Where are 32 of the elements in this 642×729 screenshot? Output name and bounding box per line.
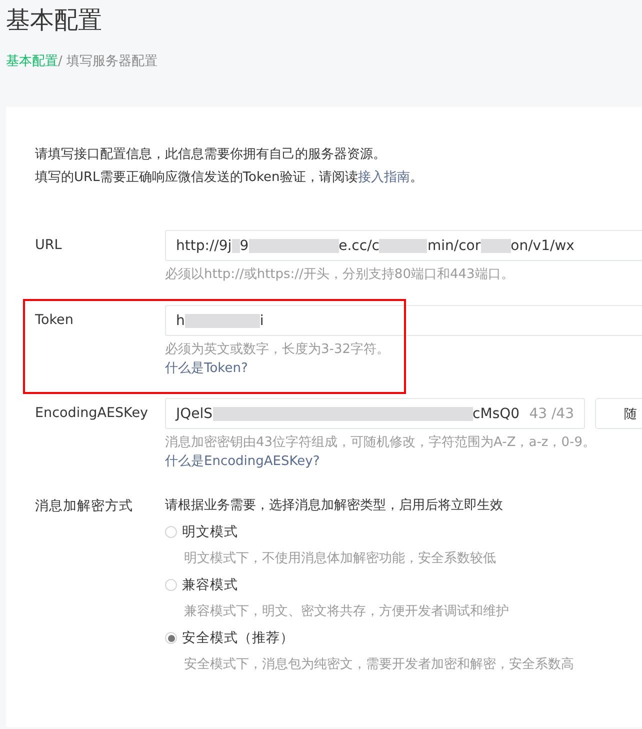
radio-button[interactable] xyxy=(165,526,177,538)
radio-button[interactable] xyxy=(165,579,177,591)
encryption-description: 请根据业务需要，选择消息加解密类型，启用后将立即生效 xyxy=(165,497,504,515)
field-label: URL xyxy=(35,236,63,255)
input-field[interactable]: h i xyxy=(165,305,642,336)
character-counter: 43 /43 xyxy=(529,406,574,422)
field-hint: 必须为英文或数字，长度为3-32字符。 xyxy=(165,341,391,359)
intro-text: 填写的URL需要正确响应微信发送的Token验证，请阅读接入指南。 xyxy=(35,169,424,187)
help-link[interactable]: 什么是EncodingAESKey? xyxy=(165,453,642,471)
input-field[interactable]: http://9j 9 e.cc/c min/cor on/v1/wx xyxy=(165,230,642,261)
option-hint: 安全模式下，消息包为纯密文，需要开发者加密和解密，安全系数高 xyxy=(184,656,574,674)
radio-label: 安全模式（推荐） xyxy=(182,629,294,647)
page-title: 基本配置 xyxy=(6,5,103,36)
help-link[interactable]: 什么是Token? xyxy=(165,360,642,378)
input-field[interactable]: JQelS cMsQ0 43 /43 xyxy=(165,398,585,429)
redaction-blur xyxy=(379,238,428,252)
field-hint: 必须以http://或https://开头，分别支持80端口和443端口。 xyxy=(165,266,515,284)
option-hint: 明文模式下，不使用消息体加解密功能，安全系数较低 xyxy=(184,550,497,568)
guide-link[interactable]: 接入指南 xyxy=(358,170,410,185)
random-button[interactable]: 随 xyxy=(595,398,642,429)
redaction-blur xyxy=(232,238,240,252)
field-label: Token xyxy=(35,311,74,330)
field-hint: 消息加密密钥由43位字符组成，可随机修改，字符范围为A-Z，a-z，0-9。 xyxy=(165,434,596,452)
intro-text: 请填写接口配置信息，此信息需要你拥有自己的服务器资源。 xyxy=(35,146,387,164)
breadcrumb-current: / 填写服务器配置 xyxy=(58,53,158,71)
radio-button[interactable] xyxy=(165,632,177,644)
field-label: 消息加解密方式 xyxy=(35,497,134,516)
option-hint: 兼容模式下，明文、密文将共存，方便开发者调试和维护 xyxy=(184,603,510,621)
redaction-blur xyxy=(480,238,511,252)
field-label: EncodingAESKey xyxy=(35,404,150,423)
radio-label: 明文模式 xyxy=(182,523,238,541)
radio-label: 兼容模式 xyxy=(182,576,238,594)
